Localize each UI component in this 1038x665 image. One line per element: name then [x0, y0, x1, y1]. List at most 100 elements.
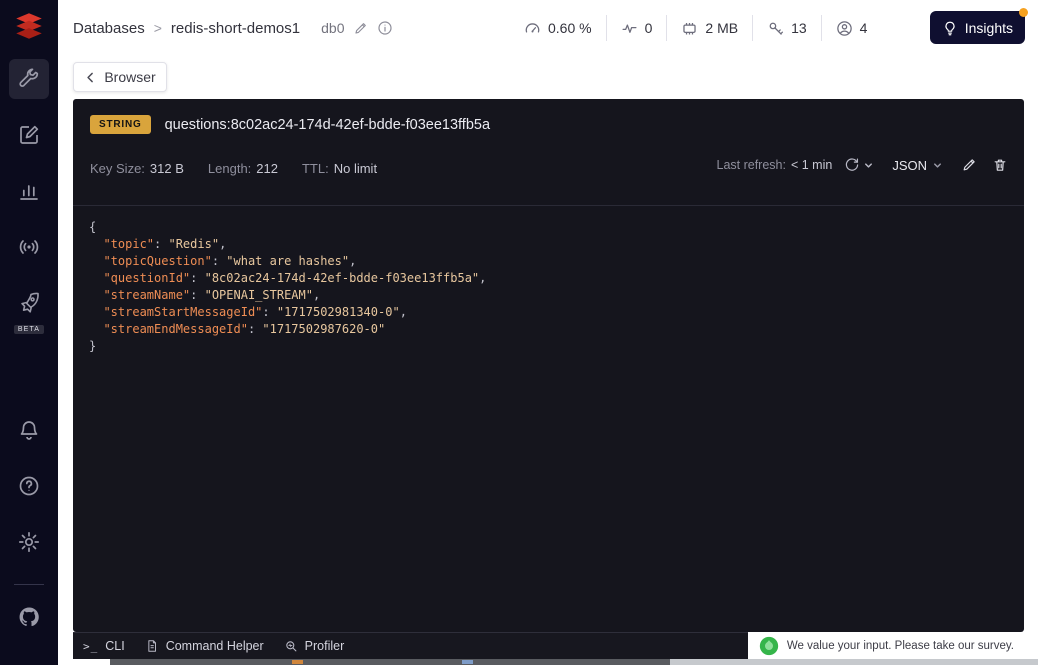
command-helper-label: Command Helper [166, 639, 264, 653]
survey-link[interactable]: We value your input. Please take our sur… [759, 632, 1014, 659]
metric-clients-value: 4 [860, 20, 868, 36]
sidebar-divider [14, 584, 44, 585]
nav-analytics-button[interactable] [9, 171, 49, 211]
help-button[interactable] [9, 466, 49, 506]
info-icon[interactable] [377, 20, 393, 36]
format-selector[interactable]: JSON [892, 158, 943, 173]
key-details-panel: STRING questions:8c02ac24-174d-42ef-bdde… [73, 99, 1024, 632]
notifications-button[interactable] [9, 410, 49, 450]
database-metrics: 0.60 % 0 2 MB 13 4 [510, 0, 881, 56]
metric-keys: 13 [753, 20, 821, 37]
bar-chart-icon [17, 179, 41, 203]
background-fleck [462, 660, 473, 664]
key-title-row: STRING questions:8c02ac24-174d-42ef-bdde… [90, 115, 490, 134]
breadcrumb-database-name: redis-short-demos1 [171, 20, 300, 37]
nav-triggers-functions-button[interactable] [9, 283, 49, 323]
redis-logo [9, 7, 49, 47]
insights-label: Insights [965, 20, 1013, 36]
background-fleck [292, 660, 303, 664]
key-size-label: Key Size: [90, 161, 145, 176]
db-index-group: db0 [321, 20, 393, 36]
settings-button[interactable] [9, 522, 49, 562]
breadcrumb-databases-link[interactable]: Databases [73, 20, 145, 37]
last-refresh-label: Last refresh: [717, 158, 786, 172]
last-refresh-value: < 1 min [791, 158, 832, 172]
nav-beta-group: BETA [9, 283, 49, 334]
insights-button[interactable]: Insights [930, 11, 1025, 44]
wrench-icon [17, 67, 41, 91]
nav-workbench-button[interactable] [9, 115, 49, 155]
background-window-segment [670, 659, 1038, 665]
sidebar-nav: BETA [9, 59, 49, 342]
bell-icon [17, 418, 41, 442]
user-circle-icon [836, 20, 853, 37]
survey-logo-icon [759, 636, 779, 656]
key-ttl-value: No limit [334, 161, 377, 176]
rocket-icon [17, 291, 41, 315]
background-window-strip [58, 659, 1038, 665]
metric-keys-value: 13 [791, 20, 807, 36]
magnifier-icon [284, 639, 298, 653]
key-size-value: 312 B [150, 161, 184, 176]
github-button[interactable] [9, 597, 49, 637]
key-length-value: 212 [256, 161, 278, 176]
key-icon [767, 20, 784, 37]
breadcrumb: Databases > redis-short-demos1 db0 [73, 0, 393, 56]
memory-chip-icon [681, 20, 698, 37]
metric-cpu-value: 0.60 % [548, 20, 592, 36]
broadcast-icon [17, 235, 41, 259]
metric-cpu: 0.60 % [510, 20, 606, 37]
nav-pubsub-button[interactable] [9, 227, 49, 267]
notification-dot [1019, 8, 1028, 17]
browser-back-label: Browser [104, 69, 155, 85]
metric-memory-value: 2 MB [705, 20, 738, 36]
metric-commands: 0 [607, 20, 667, 37]
key-ttl-label: TTL: [302, 161, 329, 176]
sidebar-bottom-group [9, 410, 49, 665]
background-window-segment [110, 659, 670, 665]
breadcrumb-separator: > [154, 20, 162, 36]
gear-icon [17, 530, 41, 554]
cli-button[interactable]: >_ CLI [83, 639, 125, 653]
refresh-icon[interactable] [844, 157, 860, 173]
cpu-gauge-icon [524, 20, 541, 37]
edit-value-pencil-icon[interactable] [961, 157, 977, 173]
key-ttl-meta: TTL: No limit [302, 161, 377, 176]
format-selector-value: JSON [892, 158, 927, 173]
metric-commands-value: 0 [645, 20, 653, 36]
key-meta-row: Key Size: 312 B Length: 212 TTL: No limit [90, 161, 377, 176]
top-bar: Databases > redis-short-demos1 db0 0.60 … [58, 0, 1038, 56]
metric-memory: 2 MB [667, 20, 752, 37]
key-type-badge: STRING [90, 115, 151, 134]
key-length-meta: Length: 212 [208, 161, 278, 176]
chevron-left-icon [84, 71, 97, 84]
json-viewer: { "topic": "Redis", "topicQuestion": "wh… [73, 206, 1024, 632]
metric-clients: 4 [822, 20, 882, 37]
chevron-down-icon [932, 160, 943, 171]
key-controls: Last refresh: < 1 min JSON [717, 157, 1009, 173]
lightbulb-icon [942, 20, 958, 36]
key-length-label: Length: [208, 161, 251, 176]
db-index-label: db0 [321, 20, 344, 36]
activity-pulse-icon [621, 20, 638, 37]
profiler-button[interactable]: Profiler [284, 639, 345, 653]
key-name: questions:8c02ac24-174d-42ef-bdde-f03ee1… [165, 117, 490, 133]
auto-refresh-chevron-icon[interactable] [863, 160, 874, 171]
cli-label: CLI [105, 639, 124, 653]
github-icon [17, 605, 41, 629]
key-size-meta: Key Size: 312 B [90, 161, 184, 176]
document-icon [145, 639, 159, 653]
nav-browser-button[interactable] [9, 59, 49, 99]
survey-text: We value your input. Please take our sur… [787, 640, 1014, 652]
question-circle-icon [17, 474, 41, 498]
profiler-label: Profiler [305, 639, 345, 653]
bottom-tool-bar: >_ CLI Command Helper Profiler [73, 632, 748, 659]
command-helper-button[interactable]: Command Helper [145, 639, 264, 653]
sidebar: BETA [0, 0, 58, 665]
workbench-edit-icon [17, 123, 41, 147]
edit-alias-pencil-icon[interactable] [353, 21, 368, 36]
delete-key-trash-icon[interactable] [992, 157, 1008, 173]
browser-back-button[interactable]: Browser [73, 62, 167, 92]
cli-prompt-icon: >_ [83, 640, 98, 653]
beta-badge: BETA [14, 325, 44, 334]
